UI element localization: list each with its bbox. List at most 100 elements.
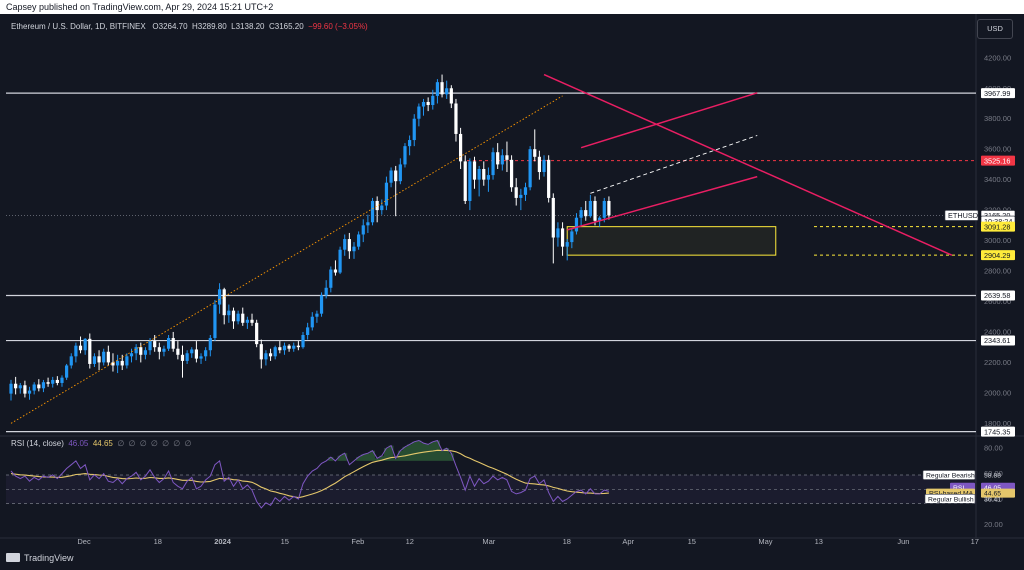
candle-body <box>32 384 36 391</box>
candle-body <box>180 354 185 361</box>
price-tag-label: 3525.16 <box>984 156 1010 165</box>
candle-body <box>162 348 166 352</box>
candle-body <box>88 338 92 364</box>
candle-body <box>199 356 203 359</box>
candle-body <box>310 316 314 328</box>
candle-body <box>565 242 569 247</box>
candle-body <box>468 161 472 201</box>
candle-body <box>273 347 277 357</box>
high-value: H3289.80 <box>191 22 227 31</box>
candle-body <box>458 133 463 162</box>
candle-body <box>9 383 13 394</box>
candle-body <box>361 225 365 235</box>
candle-body <box>125 356 129 366</box>
candle-body <box>491 152 495 176</box>
time-axis-tick: Dec <box>77 537 91 546</box>
candle-body <box>523 187 528 195</box>
candle-body <box>486 175 491 180</box>
time-axis-tick: 13 <box>815 537 823 546</box>
time-axis-tick: 15 <box>281 537 289 546</box>
rsi-tag-label: 36.41 <box>984 496 1001 503</box>
candle-body <box>421 101 426 107</box>
candle-body <box>542 159 546 173</box>
candle-body <box>556 228 560 238</box>
candle-body <box>55 379 59 383</box>
rsi-nan-values: ∅ ∅ ∅ ∅ ∅ ∅ ∅ <box>117 439 193 448</box>
candle-body <box>445 88 449 95</box>
tradingview-logo[interactable]: TradingView <box>6 553 74 563</box>
rsi-label: RSI (14, close) <box>11 439 64 448</box>
candle-body <box>352 246 356 252</box>
candle-body <box>37 384 41 389</box>
tradingview-logo-icon <box>6 553 20 562</box>
time-axis-tick: 15 <box>688 537 696 546</box>
candle-body <box>18 385 22 389</box>
candle-body <box>92 356 97 364</box>
candle-body <box>185 353 189 361</box>
candle-body <box>282 345 287 351</box>
candle-body <box>343 239 347 250</box>
trend-line <box>10 95 563 424</box>
chart-canvas[interactable]: 1800.002000.002200.002400.002600.002800.… <box>0 0 1024 570</box>
candle-body <box>213 304 217 339</box>
candle-body <box>166 338 171 349</box>
candle-body <box>74 345 78 357</box>
candle-body <box>347 239 351 252</box>
candle-body <box>607 200 611 216</box>
candle-body <box>250 319 254 323</box>
candle-body <box>574 217 579 232</box>
rsi-tag-label: Regular Bearish <box>926 472 975 479</box>
candle-body <box>69 356 73 366</box>
candle-body <box>217 289 222 305</box>
candle-body <box>268 353 273 357</box>
candle-body <box>143 350 148 355</box>
candle-body <box>380 205 384 211</box>
time-axis-tick: Mar <box>482 537 495 546</box>
candle-body <box>366 222 370 226</box>
candle-body <box>537 156 541 173</box>
candle-body <box>435 82 440 96</box>
candle-body <box>296 345 300 348</box>
price-axis-tick: 2000.00 <box>984 388 1011 397</box>
candle-body <box>241 313 245 323</box>
candle-body <box>560 228 565 247</box>
candle-body <box>394 170 398 182</box>
candle-body <box>287 345 291 349</box>
tradingview-logo-text: TradingView <box>24 553 74 563</box>
candle-body <box>579 210 583 218</box>
candle-body <box>208 338 212 351</box>
candle-body <box>301 335 305 348</box>
candle-body <box>449 88 453 104</box>
candle-body <box>408 140 412 147</box>
price-tag-label: 2343.61 <box>984 336 1010 345</box>
candle-body <box>431 95 435 106</box>
symbol-legend[interactable]: Ethereum / U.S. Dollar, 1D, BITFINEX O32… <box>11 22 368 31</box>
candle-body <box>171 338 175 349</box>
candle-body <box>528 149 532 188</box>
candle-body <box>602 200 606 218</box>
tradingview-chart-window: Capsey published on TradingView.com, Apr… <box>0 0 1024 570</box>
candle-body <box>426 101 430 106</box>
rsi-ma-value: 44.65 <box>92 439 113 448</box>
candle-body <box>65 365 69 378</box>
candle-body <box>139 347 143 355</box>
candle-body <box>245 319 249 323</box>
currency-button[interactable]: USD <box>977 19 1013 39</box>
candle-body <box>78 345 83 351</box>
candle-body <box>120 360 124 366</box>
price-axis-tick: 3600.00 <box>984 145 1011 154</box>
candle-body <box>60 377 64 383</box>
candle-body <box>472 161 477 180</box>
candle-body <box>194 349 198 359</box>
candle-body <box>547 159 551 198</box>
rsi-axis-tick: 20.00 <box>984 520 1003 529</box>
candle-body <box>134 347 138 354</box>
rsi-legend[interactable]: RSI (14, close) 46.05 44.65 ∅ ∅ ∅ ∅ ∅ ∅ … <box>11 439 192 448</box>
candle-body <box>384 182 389 206</box>
candle-body <box>500 155 504 165</box>
candle-body <box>148 341 152 351</box>
candle-body <box>176 348 180 355</box>
candle-body <box>315 313 319 317</box>
trend-line <box>580 92 758 149</box>
candle-body <box>227 310 231 316</box>
